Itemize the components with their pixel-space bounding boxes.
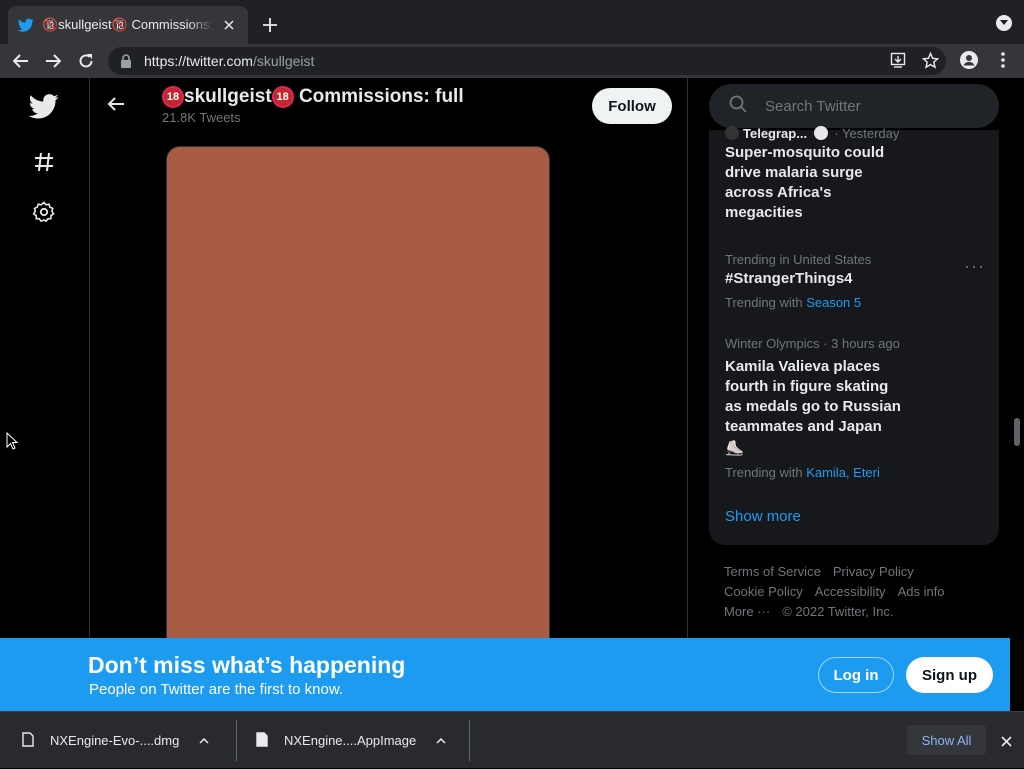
install-icon[interactable]: [889, 51, 907, 69]
tweet-count: 21.8K Tweets: [162, 110, 241, 125]
tab-search-icon[interactable]: [996, 15, 1012, 31]
search-icon: [729, 95, 747, 118]
right-sidebar: Search Twitter Telegrap... · Yesterday S…: [688, 78, 1024, 710]
more-link[interactable]: More ···: [724, 604, 770, 619]
signup-button[interactable]: Sign up: [906, 657, 993, 693]
settings-gear-icon[interactable]: [28, 196, 60, 228]
url-text: https://twitter.com/skullgeist: [144, 53, 315, 69]
divider: [469, 720, 470, 761]
adult-18-badge: 18: [271, 86, 294, 108]
divider: [236, 720, 237, 761]
page-scrollbar[interactable]: [1010, 78, 1024, 710]
file-icon: [22, 731, 36, 750]
download-item[interactable]: NXEngine....AppImage: [256, 712, 448, 769]
twitter-logo-icon[interactable]: [28, 90, 60, 122]
sidebar-footer: Terms of Service Privacy Policy Cookie Po…: [724, 562, 984, 622]
trend-title: #StrangerThings4: [725, 270, 853, 287]
download-shelf: NXEngine-Evo-....dmg NXEngine....AppImag…: [0, 711, 1024, 768]
ads-info-link[interactable]: Ads info: [898, 584, 945, 599]
search-input[interactable]: Search Twitter: [709, 84, 999, 128]
plus-icon[interactable]: [258, 13, 282, 37]
page-title: 18 skullgeist 18 Commissions: full: [162, 86, 464, 108]
terms-link[interactable]: Terms of Service: [724, 564, 821, 579]
download-filename: NXEngine-Evo-....dmg: [50, 733, 180, 748]
reload-icon[interactable]: [73, 49, 99, 73]
verified-badge-icon: [813, 126, 828, 140]
kebab-menu-icon[interactable]: [994, 51, 1012, 69]
close-icon[interactable]: [220, 16, 238, 34]
show-all-button[interactable]: Show All: [907, 725, 986, 755]
banner-subtitle: People on Twitter are the first to know.: [89, 681, 344, 698]
ice-skate-emoji: ⛸️: [725, 440, 744, 457]
tab-title: 🔞skullgeist🔞 Commissions: full: [42, 17, 214, 32]
back-arrow-icon[interactable]: [104, 92, 128, 116]
copyright: © 2022 Twitter, Inc.: [782, 604, 894, 619]
browser-tab[interactable]: 🔞skullgeist🔞 Commissions: full: [8, 6, 248, 44]
profile-icon[interactable]: [960, 51, 978, 69]
trend-link[interactable]: Season 5: [806, 295, 861, 310]
address-bar[interactable]: https://twitter.com/skullgeist: [108, 47, 946, 75]
trend-meta: Trending in United States: [725, 252, 872, 267]
more-options-icon[interactable]: ···: [964, 256, 985, 277]
accessibility-link[interactable]: Accessibility: [815, 584, 886, 599]
login-button[interactable]: Log in: [818, 657, 894, 693]
trend-link[interactable]: Kamila, Eteri: [806, 465, 880, 480]
trend-title: Kamila Valieva places fourth in figure s…: [725, 358, 901, 435]
tab-strip: 🔞skullgeist🔞 Commissions: full: [0, 0, 1024, 44]
adult-18-badge: 18: [162, 86, 184, 108]
twitter-bird-icon: [18, 17, 34, 33]
trend-item[interactable]: Trending in United States #StrangerThing…: [725, 252, 985, 310]
trend-title: Super-mosquito could drive malaria surge…: [725, 144, 885, 221]
trends-panel: Telegrap... · Yesterday Super-mosquito c…: [709, 126, 999, 545]
show-more-link[interactable]: Show more: [725, 508, 801, 525]
mouse-cursor-icon: [6, 431, 19, 450]
trend-with: Trending with Season 5: [725, 295, 862, 310]
forward-icon[interactable]: [40, 49, 66, 73]
hashtag-explore-icon[interactable]: [28, 146, 60, 178]
trend-item[interactable]: Winter Olympics · 3 hours ago Kamila Val…: [725, 336, 985, 480]
download-item[interactable]: NXEngine-Evo-....dmg: [22, 712, 211, 769]
search-placeholder: Search Twitter: [765, 97, 861, 115]
scrollbar-thumb[interactable]: [1014, 418, 1020, 446]
source-avatar: [725, 126, 739, 140]
trend-item[interactable]: Telegrap... · Yesterday Super-mosquito c…: [725, 126, 985, 223]
left-navigation: [0, 78, 90, 710]
profile-column: 18 skullgeist 18 Commissions: full 21.8K T…: [90, 78, 688, 710]
banner-title: Don’t miss what’s happening: [88, 652, 406, 678]
browser-toolbar: https://twitter.com/skullgeist: [0, 44, 1024, 78]
star-icon[interactable]: [921, 51, 939, 69]
lock-icon[interactable]: [120, 54, 134, 68]
follow-button[interactable]: Follow: [592, 88, 672, 124]
trend-meta: Winter Olympics · 3 hours ago: [725, 336, 900, 351]
file-icon: [256, 731, 270, 750]
download-filename: NXEngine....AppImage: [284, 733, 417, 748]
trend-meta: Telegrap... · Yesterday: [725, 126, 985, 141]
cookie-link[interactable]: Cookie Policy: [724, 584, 803, 599]
chevron-up-icon[interactable]: [434, 734, 448, 748]
privacy-link[interactable]: Privacy Policy: [833, 564, 914, 579]
signup-banner: Don’t miss what’s happening People on Tw…: [0, 638, 1010, 711]
back-icon[interactable]: [8, 49, 34, 73]
twitter-page: 18 skullgeist 18 Commissions: full 21.8K T…: [0, 78, 1024, 710]
chevron-up-icon[interactable]: [197, 734, 211, 748]
profile-media-image[interactable]: [166, 146, 550, 710]
trend-with: Trending with Kamila, Eteri: [725, 465, 880, 480]
profile-header: 18 skullgeist 18 Commissions: full 21.8K T…: [90, 78, 688, 132]
close-icon[interactable]: [996, 731, 1016, 751]
